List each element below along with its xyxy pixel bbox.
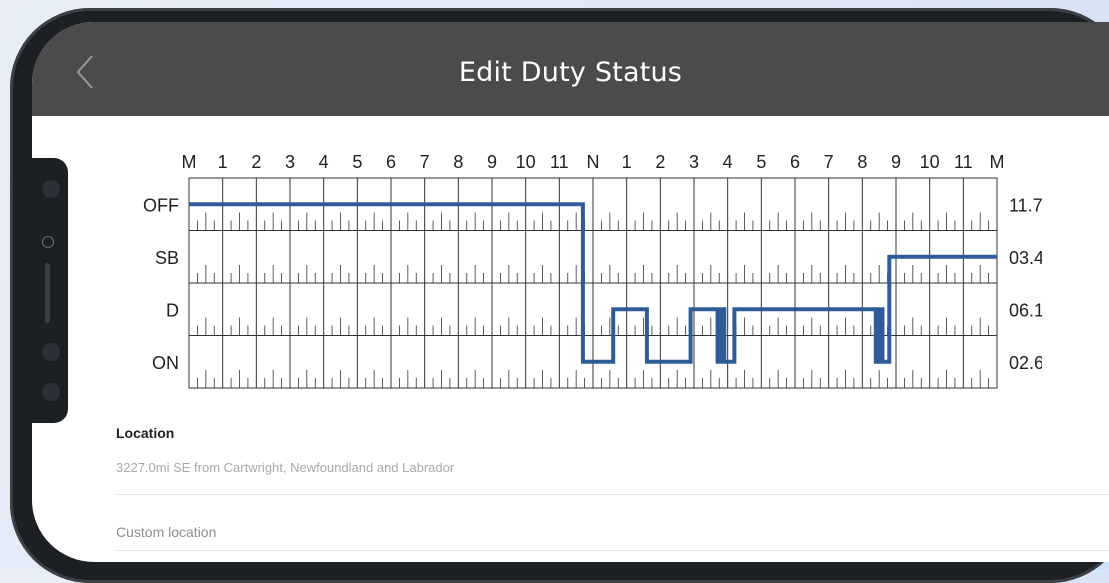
nav-bar: Edit Duty Status	[32, 22, 1109, 116]
hour-label: 7	[824, 152, 834, 172]
hour-label: 5	[756, 152, 766, 172]
row-total: 02.67	[1009, 353, 1042, 373]
row-label: ON	[152, 353, 179, 373]
hour-label: M	[990, 152, 1005, 172]
row-total: 03.41	[1009, 248, 1042, 268]
hour-label: 11	[954, 152, 973, 172]
phone-notch	[30, 158, 68, 423]
camera-icon	[42, 383, 60, 401]
hour-label: 3	[285, 152, 295, 172]
hour-label: 9	[487, 152, 497, 172]
hour-label: 11	[550, 152, 569, 172]
hour-label: 6	[386, 152, 396, 172]
row-label: D	[166, 300, 179, 320]
row-label: OFF	[143, 195, 179, 215]
hour-label: 4	[319, 152, 329, 172]
row-total: 11.73	[1009, 195, 1042, 215]
hour-label: 1	[622, 152, 632, 172]
camera-icon	[42, 180, 60, 198]
hour-label: 10	[516, 152, 536, 172]
hour-label: 9	[891, 152, 901, 172]
camera-icon	[42, 343, 60, 361]
hour-label: 2	[251, 152, 261, 172]
duty-log-grid[interactable]: M 1 2 3 4 5 6 7 8 9 10 11 N 1 2 3 4 5 6 7 8 9 10 11 M OFF 11.73 SB 0…	[102, 144, 1042, 424]
app-screen: Edit Duty Status M 1 2 3 4 5 6 7 8 9 10 11 N 1 2 3 4 5 6 7 8…	[32, 22, 1109, 562]
custom-location-input[interactable]	[116, 518, 1089, 546]
row-label: SB	[155, 248, 179, 268]
speaker-icon	[45, 263, 50, 323]
hour-label: 3	[689, 152, 699, 172]
location-value: 3227.0mi SE from Cartwright, Newfoundlan…	[116, 460, 455, 475]
divider	[116, 494, 1109, 495]
divider	[116, 550, 1109, 551]
hour-label: N	[587, 152, 600, 172]
hour-label: 6	[790, 152, 800, 172]
hour-label: 8	[857, 152, 867, 172]
location-label: Location	[116, 425, 175, 441]
hour-label: M	[182, 152, 197, 172]
hour-label: 4	[723, 152, 733, 172]
hour-label: 7	[420, 152, 430, 172]
hour-label: 10	[920, 152, 940, 172]
hour-label: 5	[352, 152, 362, 172]
hour-label: 1	[218, 152, 228, 172]
page-title: Edit Duty Status	[458, 57, 683, 88]
hour-label: 2	[655, 152, 665, 172]
hour-label: 8	[453, 152, 463, 172]
sensor-icon	[42, 236, 54, 248]
row-total: 06.19	[1009, 300, 1042, 320]
